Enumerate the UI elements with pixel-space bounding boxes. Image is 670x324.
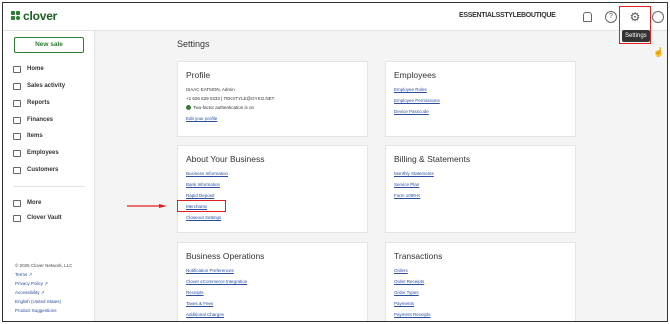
sidebar-item-more[interactable]: More	[13, 198, 41, 208]
two-factor-text: Two-factor authentication is on	[193, 105, 255, 110]
sidebar: New sale Home Sales activity Reports Fin…	[3, 31, 95, 321]
sidebar-item-employees[interactable]: Employees	[13, 148, 59, 158]
employee-roles-link[interactable]: Employee Roles	[394, 87, 427, 92]
bank-information-link[interactable]: Bank Information	[186, 182, 220, 187]
logo-text: clover	[23, 9, 58, 23]
sidebar-item-customers[interactable]: Customers	[13, 165, 58, 175]
sidebar-item-finances[interactable]: Finances	[13, 115, 53, 125]
terms-label: Terms	[15, 272, 28, 277]
sidebar-item-label: Clover Vault	[27, 215, 62, 221]
language-selector[interactable]: English (United States)	[15, 299, 61, 304]
card-title: Profile	[186, 70, 211, 80]
sidebar-item-label: Customers	[27, 167, 59, 173]
receipt-icon	[13, 82, 21, 90]
order-types-link[interactable]: Order Types	[394, 290, 419, 295]
form-1099k-link[interactable]: Form 1099-K	[394, 193, 420, 198]
external-link-icon: ↗	[44, 281, 49, 286]
external-link-icon: ↗	[40, 290, 45, 295]
card-title: Transactions	[394, 251, 443, 261]
sidebar-item-label: Employees	[27, 150, 59, 156]
taxes-fees-link[interactable]: Taxes & Fees	[186, 301, 213, 306]
chart-icon	[13, 99, 21, 107]
account-icon[interactable]	[652, 11, 664, 23]
accessibility-link[interactable]: Accessibility ↗	[15, 290, 45, 296]
accessibility-label: Accessibility	[15, 290, 40, 295]
tag-icon	[13, 132, 21, 140]
top-bar: clover ESSENTIALSSTYLEBOUTIQUE ? ⚙	[3, 3, 667, 31]
new-sale-button[interactable]: New sale	[14, 37, 84, 53]
more-icon	[13, 199, 21, 207]
clover-logo[interactable]: clover	[11, 9, 57, 23]
profile-card: Profile ISAAC EATMON, Admin +1 626 629 0…	[177, 61, 368, 137]
service-plan-link[interactable]: Service Plan	[394, 182, 419, 187]
terms-link[interactable]: Terms ↗	[15, 272, 32, 278]
sidebar-item-label: Reports	[27, 100, 50, 106]
people-icon	[13, 149, 21, 157]
card-title: Business Operations	[186, 251, 265, 261]
privacy-policy-link[interactable]: Privacy Policy ↗	[15, 281, 48, 287]
sidebar-item-clover-vault[interactable]: Clover Vault	[13, 213, 62, 223]
card-title: Employees	[394, 70, 437, 80]
employee-permissions-link[interactable]: Employee Permissions	[394, 98, 440, 103]
employees-card: Employees Employee Roles Employee Permis…	[385, 61, 576, 137]
bell-icon[interactable]	[583, 12, 592, 22]
bank-icon	[13, 116, 21, 124]
merchants-highlight-box	[177, 200, 226, 212]
billing-statements-card: Billing & Statements Monthly Statements …	[385, 145, 576, 233]
closeout-settings-link[interactable]: Closeout Settings	[186, 215, 221, 220]
external-link-icon: ↗	[28, 272, 33, 277]
transactions-card: Transactions Orders Order Receipts Order…	[385, 242, 576, 321]
two-factor-status: Two-factor authentication is on	[186, 105, 255, 111]
profile-contact: +1 626 629 0333 | TEKSTYLE@GYKO.NET	[186, 96, 275, 101]
clover-logo-icon	[11, 11, 21, 21]
payments-link[interactable]: Payments	[394, 301, 414, 306]
payment-receipts-link[interactable]: Payment Receipts	[394, 312, 431, 317]
settings-tooltip: Settings	[622, 30, 650, 42]
sidebar-item-label: Home	[27, 66, 44, 72]
card-title: About Your Business	[186, 154, 265, 164]
monthly-statements-link[interactable]: Monthly Statements	[394, 171, 434, 176]
additional-charges-link[interactable]: Additional Charges	[186, 312, 224, 317]
profile-name: ISAAC EATMON, Admin	[186, 87, 235, 92]
merchant-name[interactable]: ESSENTIALSSTYLEBOUTIQUE	[459, 12, 564, 21]
business-operations-card: Business Operations Notification Prefere…	[177, 242, 368, 321]
app-window: clover ESSENTIALSSTYLEBOUTIQUE ? ⚙ Setti…	[2, 2, 668, 322]
pointer-cursor-icon: ☝	[653, 47, 665, 57]
edit-profile-link[interactable]: Edit your profile	[186, 116, 217, 121]
sidebar-divider	[13, 186, 85, 187]
sidebar-item-sales-activity[interactable]: Sales activity	[13, 81, 65, 91]
pointer-arrow-icon	[127, 204, 167, 208]
home-icon	[13, 65, 21, 73]
orders-link[interactable]: Orders	[394, 268, 408, 273]
privacy-label: Privacy Policy	[15, 281, 44, 286]
sidebar-item-home[interactable]: Home	[13, 64, 44, 74]
check-circle-icon	[186, 105, 191, 111]
sidebar-item-label: More	[27, 200, 42, 206]
card-title: Billing & Statements	[394, 154, 471, 164]
customers-icon	[13, 166, 21, 174]
sidebar-item-label: Sales activity	[27, 83, 66, 89]
sidebar-item-label: Finances	[27, 117, 54, 123]
device-passcode-link[interactable]: Device Passcode	[394, 109, 429, 114]
sidebar-item-items[interactable]: Items	[13, 131, 43, 141]
help-icon[interactable]: ?	[605, 11, 617, 23]
sidebar-item-label: Items	[27, 133, 43, 139]
business-information-link[interactable]: Business Information	[186, 171, 228, 176]
vault-icon	[13, 214, 21, 222]
notification-preferences-link[interactable]: Notification Preferences	[186, 268, 234, 273]
order-receipts-link[interactable]: Order Receipts	[394, 279, 424, 284]
sidebar-item-reports[interactable]: Reports	[13, 98, 50, 108]
about-business-card: About Your Business Business Information…	[177, 145, 368, 233]
page-title: Settings	[177, 39, 210, 49]
copyright-text: © 2025 Clover Network, LLC	[15, 263, 73, 268]
receipts-link[interactable]: Receipts	[186, 290, 204, 295]
rapid-deposit-link[interactable]: Rapid Deposit	[186, 193, 214, 198]
product-suggestions-link[interactable]: Product Suggestions	[15, 308, 57, 313]
ecommerce-integration-link[interactable]: Clover eCommerce Integration	[186, 279, 247, 284]
